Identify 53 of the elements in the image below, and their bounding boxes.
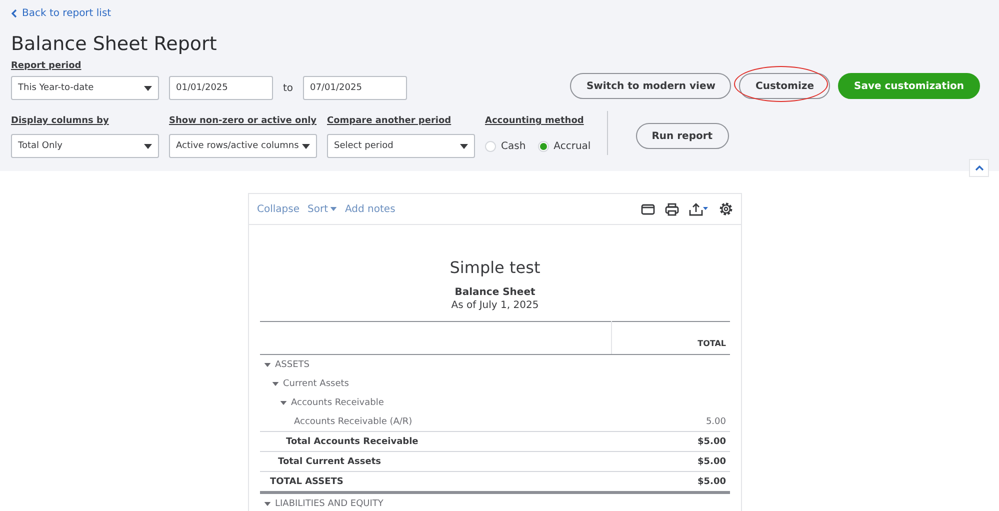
column-header: TOTAL [698,339,726,348]
chevron-up-icon[interactable] [974,165,984,171]
radio-option[interactable]: Cash [485,140,526,152]
filter-dropdown[interactable]: Total Only [11,134,159,158]
account-label: Accounts Receivable (A/R) [294,416,412,426]
settings-icon[interactable] [719,202,733,216]
total-label: Total Current Assets [278,456,381,466]
group-label: ASSETS [275,360,310,370]
total-amount: $5.00 [698,456,726,466]
print-icon[interactable] [665,202,679,216]
report-name: Balance Sheet [454,287,536,298]
total-label: TOTAL ASSETS [270,476,344,486]
account-amount: 5.00 [706,416,726,426]
mail-icon[interactable] [641,204,655,214]
date-separator: to [283,82,294,94]
caret-icon [460,144,468,148]
start-date-field[interactable]: 01/01/2025 [169,76,273,100]
total-amount: $5.00 [698,436,726,446]
field-label: Display columns by [11,116,110,126]
field-label: Compare another period [327,116,452,126]
page-title: Balance Sheet Report [11,33,218,55]
group-label: LIABILITIES AND EQUITY [275,498,384,508]
radio-icon[interactable] [538,140,549,152]
company-name: Simple test [448,258,542,277]
report-date: As of July 1, 2025 [450,300,540,311]
scroll-up-button[interactable] [969,159,989,177]
collapse-caret-icon[interactable] [272,382,279,386]
collapse-caret-icon[interactable] [264,502,271,506]
outline-button[interactable]: Switch to modern view [570,73,732,99]
caret-icon [302,144,310,148]
field-label: Show non-zero or active only [169,116,317,126]
filter-dropdown[interactable]: Active rows/active columns [169,134,317,158]
caret-icon[interactable] [330,207,337,211]
export-icon[interactable] [689,202,709,216]
chevron-left-icon[interactable] [11,9,17,18]
total-amount: $5.00 [698,476,726,486]
field-label: Accounting method [485,116,585,126]
collapse-caret-icon[interactable] [264,362,271,366]
caret-icon [144,144,152,148]
caret-icon [144,86,152,90]
group-label: Current Assets [283,378,349,388]
collapse-caret-icon[interactable] [280,400,287,404]
end-date-field[interactable]: 07/01/2025 [303,76,408,100]
filter-dropdown[interactable]: Select period [327,134,475,158]
run-report-button[interactable]: Run report [636,123,729,149]
report-period-dropdown[interactable]: This Year-to-date [11,76,159,100]
total-label: Total Accounts Receivable [286,436,418,446]
radio-option[interactable]: Accrual [538,140,591,152]
field-label: Report period [11,61,82,71]
back-link[interactable]: Back to report list [11,8,112,19]
radio-icon[interactable] [485,140,496,152]
group-label: Accounts Receivable [291,398,384,408]
outline-button[interactable]: Customize [739,73,830,99]
